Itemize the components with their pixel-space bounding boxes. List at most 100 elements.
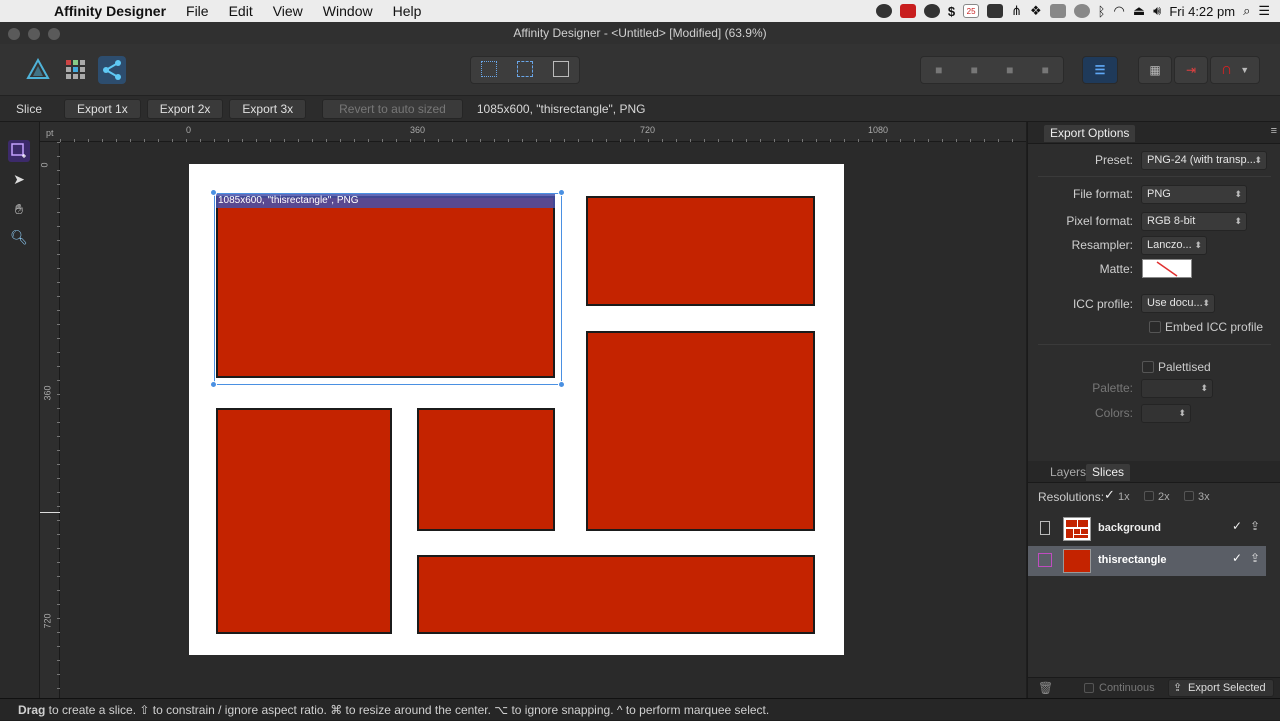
slice-tool[interactable]: [8, 140, 30, 162]
vertical-ruler[interactable]: 0 360 720: [40, 142, 60, 698]
volume-icon[interactable]: 🔊︎: [1153, 3, 1161, 19]
creative-cloud-icon[interactable]: [875, 4, 892, 18]
calendar-icon[interactable]: 25: [963, 4, 980, 18]
export-selected-button[interactable]: ⇪ Export Selected: [1168, 679, 1274, 697]
slice-export-icon[interactable]: ⇪: [1250, 519, 1260, 533]
rectangle-top-right[interactable]: [586, 196, 815, 306]
divider: [1038, 344, 1271, 345]
preset-dropdown[interactable]: PNG-24 (with transp... ⬍: [1141, 151, 1267, 170]
trash-icon[interactable]: 🗑︎: [1038, 681, 1053, 695]
dropbox-icon[interactable]: ❖: [1030, 3, 1042, 19]
menu-window[interactable]: Window: [323, 3, 373, 19]
window-titlebar: Affinity Designer - <Untitled> [Modified…: [0, 22, 1280, 44]
menu-edit[interactable]: Edit: [229, 3, 253, 19]
panel-menu-icon[interactable]: ≡: [1271, 125, 1277, 137]
rectangle-middle-small[interactable]: [417, 408, 555, 531]
menu-view[interactable]: View: [273, 3, 303, 19]
document-canvas[interactable]: 1085x600, "thisrectangle", PNG: [60, 142, 1026, 698]
xor-shape-icon[interactable]: ■: [1028, 63, 1064, 77]
align-button[interactable]: ☰: [1082, 56, 1118, 84]
window-zoom-button[interactable]: [48, 28, 60, 40]
palette-dropdown[interactable]: ⬍: [1141, 379, 1213, 398]
res-3x-checkbox[interactable]: [1184, 491, 1194, 501]
snapping-grid-button[interactable]: ▦: [1138, 56, 1172, 84]
horizontal-ruler[interactable]: pt 0 360 720 1080: [40, 122, 1026, 142]
resize-handle-top-left[interactable]: [210, 189, 217, 196]
time-machine-icon[interactable]: [1073, 4, 1090, 18]
palettised-checkbox[interactable]: [1142, 361, 1154, 373]
matte-swatch[interactable]: [1142, 259, 1192, 278]
preset-value: PNG-24 (with transp...: [1147, 154, 1256, 166]
rectangle-bottom-left[interactable]: [216, 408, 392, 634]
export-3x-button[interactable]: Export 3x: [229, 98, 307, 119]
right-studio-panel: Export Options ≡ Preset: PNG-24 (with tr…: [1027, 122, 1280, 698]
slice-row-background[interactable]: background ✓ ⇪: [1028, 514, 1266, 544]
display-icon[interactable]: [987, 4, 1004, 18]
tab-slices[interactable]: Slices: [1086, 464, 1131, 481]
wifi-icon[interactable]: ◠: [1113, 3, 1124, 19]
add-shape-icon[interactable]: ■: [921, 63, 957, 77]
slice-export-checkbox[interactable]: ✓: [1232, 551, 1242, 565]
bluetooth-icon[interactable]: ᛒ: [1098, 4, 1106, 19]
tab-export-options[interactable]: Export Options: [1044, 125, 1136, 142]
status-bar: Drag to create a slice. ⇧ to constrain /…: [0, 698, 1280, 720]
slices-panel-footer: 🗑︎ Continuous ⇪ Export Selected: [1028, 677, 1280, 698]
spotlight-search-icon[interactable]: ⌕: [1243, 3, 1250, 19]
colors-dropdown[interactable]: ⬍: [1141, 404, 1191, 423]
menubar-clock[interactable]: Fri 4:22 pm: [1169, 4, 1235, 19]
file-format-dropdown[interactable]: PNG ⬍: [1141, 185, 1247, 204]
intersect-shape-icon[interactable]: ■: [992, 63, 1028, 77]
export-2x-button[interactable]: Export 2x: [146, 98, 224, 119]
retina-view-icon[interactable]: [507, 60, 543, 80]
export-persona-icon[interactable]: [98, 56, 126, 84]
res-2x-checkbox[interactable]: [1144, 491, 1154, 501]
pixel-format-dropdown[interactable]: RGB 8-bit ⬍: [1141, 212, 1247, 231]
continuous-checkbox[interactable]: [1084, 683, 1094, 693]
menu-help[interactable]: Help: [393, 3, 422, 19]
menu-app-name[interactable]: Affinity Designer: [54, 3, 166, 19]
magnifier-icon: 🔍︎: [10, 228, 28, 245]
menu-file[interactable]: File: [186, 3, 209, 19]
window-close-button[interactable]: [8, 28, 20, 40]
matte-label: Matte:: [1099, 262, 1133, 276]
rectangle-bottom-wide[interactable]: [417, 555, 815, 634]
ruler-tick-label: 0: [186, 125, 192, 135]
artboard[interactable]: 1085x600, "thisrectangle", PNG: [189, 164, 844, 655]
designer-persona-icon[interactable]: [26, 57, 50, 80]
slice-selection-tool[interactable]: ➤: [8, 168, 30, 190]
slice-row-thisrectangle[interactable]: thisrectangle ✓ ⇪: [1028, 546, 1266, 576]
icc-profile-dropdown[interactable]: Use docu... ⬍: [1141, 294, 1215, 313]
resize-handle-top-right[interactable]: [558, 189, 565, 196]
embed-icc-checkbox[interactable]: [1149, 321, 1161, 333]
ruler-cursor-marker: [40, 512, 60, 513]
tuning-fork-icon[interactable]: ⋔: [1011, 3, 1022, 19]
zoom-tool[interactable]: 🔍︎: [8, 226, 30, 248]
res-1x-checkbox[interactable]: ✓: [1104, 487, 1115, 503]
subtract-shape-icon[interactable]: ■: [957, 63, 993, 77]
revert-auto-size-button[interactable]: Revert to auto sized: [322, 98, 463, 119]
snapping-options-button[interactable]: ⇥: [1174, 56, 1208, 84]
resampler-dropdown[interactable]: Lanczo... ⬍: [1141, 236, 1207, 255]
file-format-label: File format:: [1072, 187, 1133, 201]
film-app-icon[interactable]: [899, 4, 916, 18]
eject-icon[interactable]: ⏏: [1133, 3, 1145, 19]
magnet-snapping-button[interactable]: ∩ ▼: [1210, 56, 1260, 84]
window-minimize-button[interactable]: [28, 28, 40, 40]
airplay-icon[interactable]: [1049, 4, 1066, 18]
export-1x-button[interactable]: Export 1x: [64, 98, 141, 119]
pixel-persona-icon[interactable]: [64, 58, 86, 80]
rectangle-middle-right[interactable]: [586, 331, 815, 531]
view-tool[interactable]: ✋︎: [8, 198, 30, 220]
outline-view-icon[interactable]: [543, 60, 579, 80]
tab-layers[interactable]: Layers: [1044, 464, 1092, 481]
pixel-view-icon[interactable]: [471, 60, 507, 80]
slice-row-name: background: [1098, 522, 1161, 534]
slice-export-icon[interactable]: ⇪: [1250, 551, 1260, 565]
dollar-app-icon[interactable]: $: [948, 4, 955, 19]
resize-handle-bottom-right[interactable]: [558, 381, 565, 388]
export-options-tabbar: Export Options ≡: [1028, 122, 1280, 144]
notification-center-icon[interactable]: ☰: [1258, 3, 1270, 19]
resize-handle-bottom-left[interactable]: [210, 381, 217, 388]
slice-export-checkbox[interactable]: ✓: [1232, 519, 1242, 533]
cloud-icon[interactable]: [923, 4, 940, 18]
